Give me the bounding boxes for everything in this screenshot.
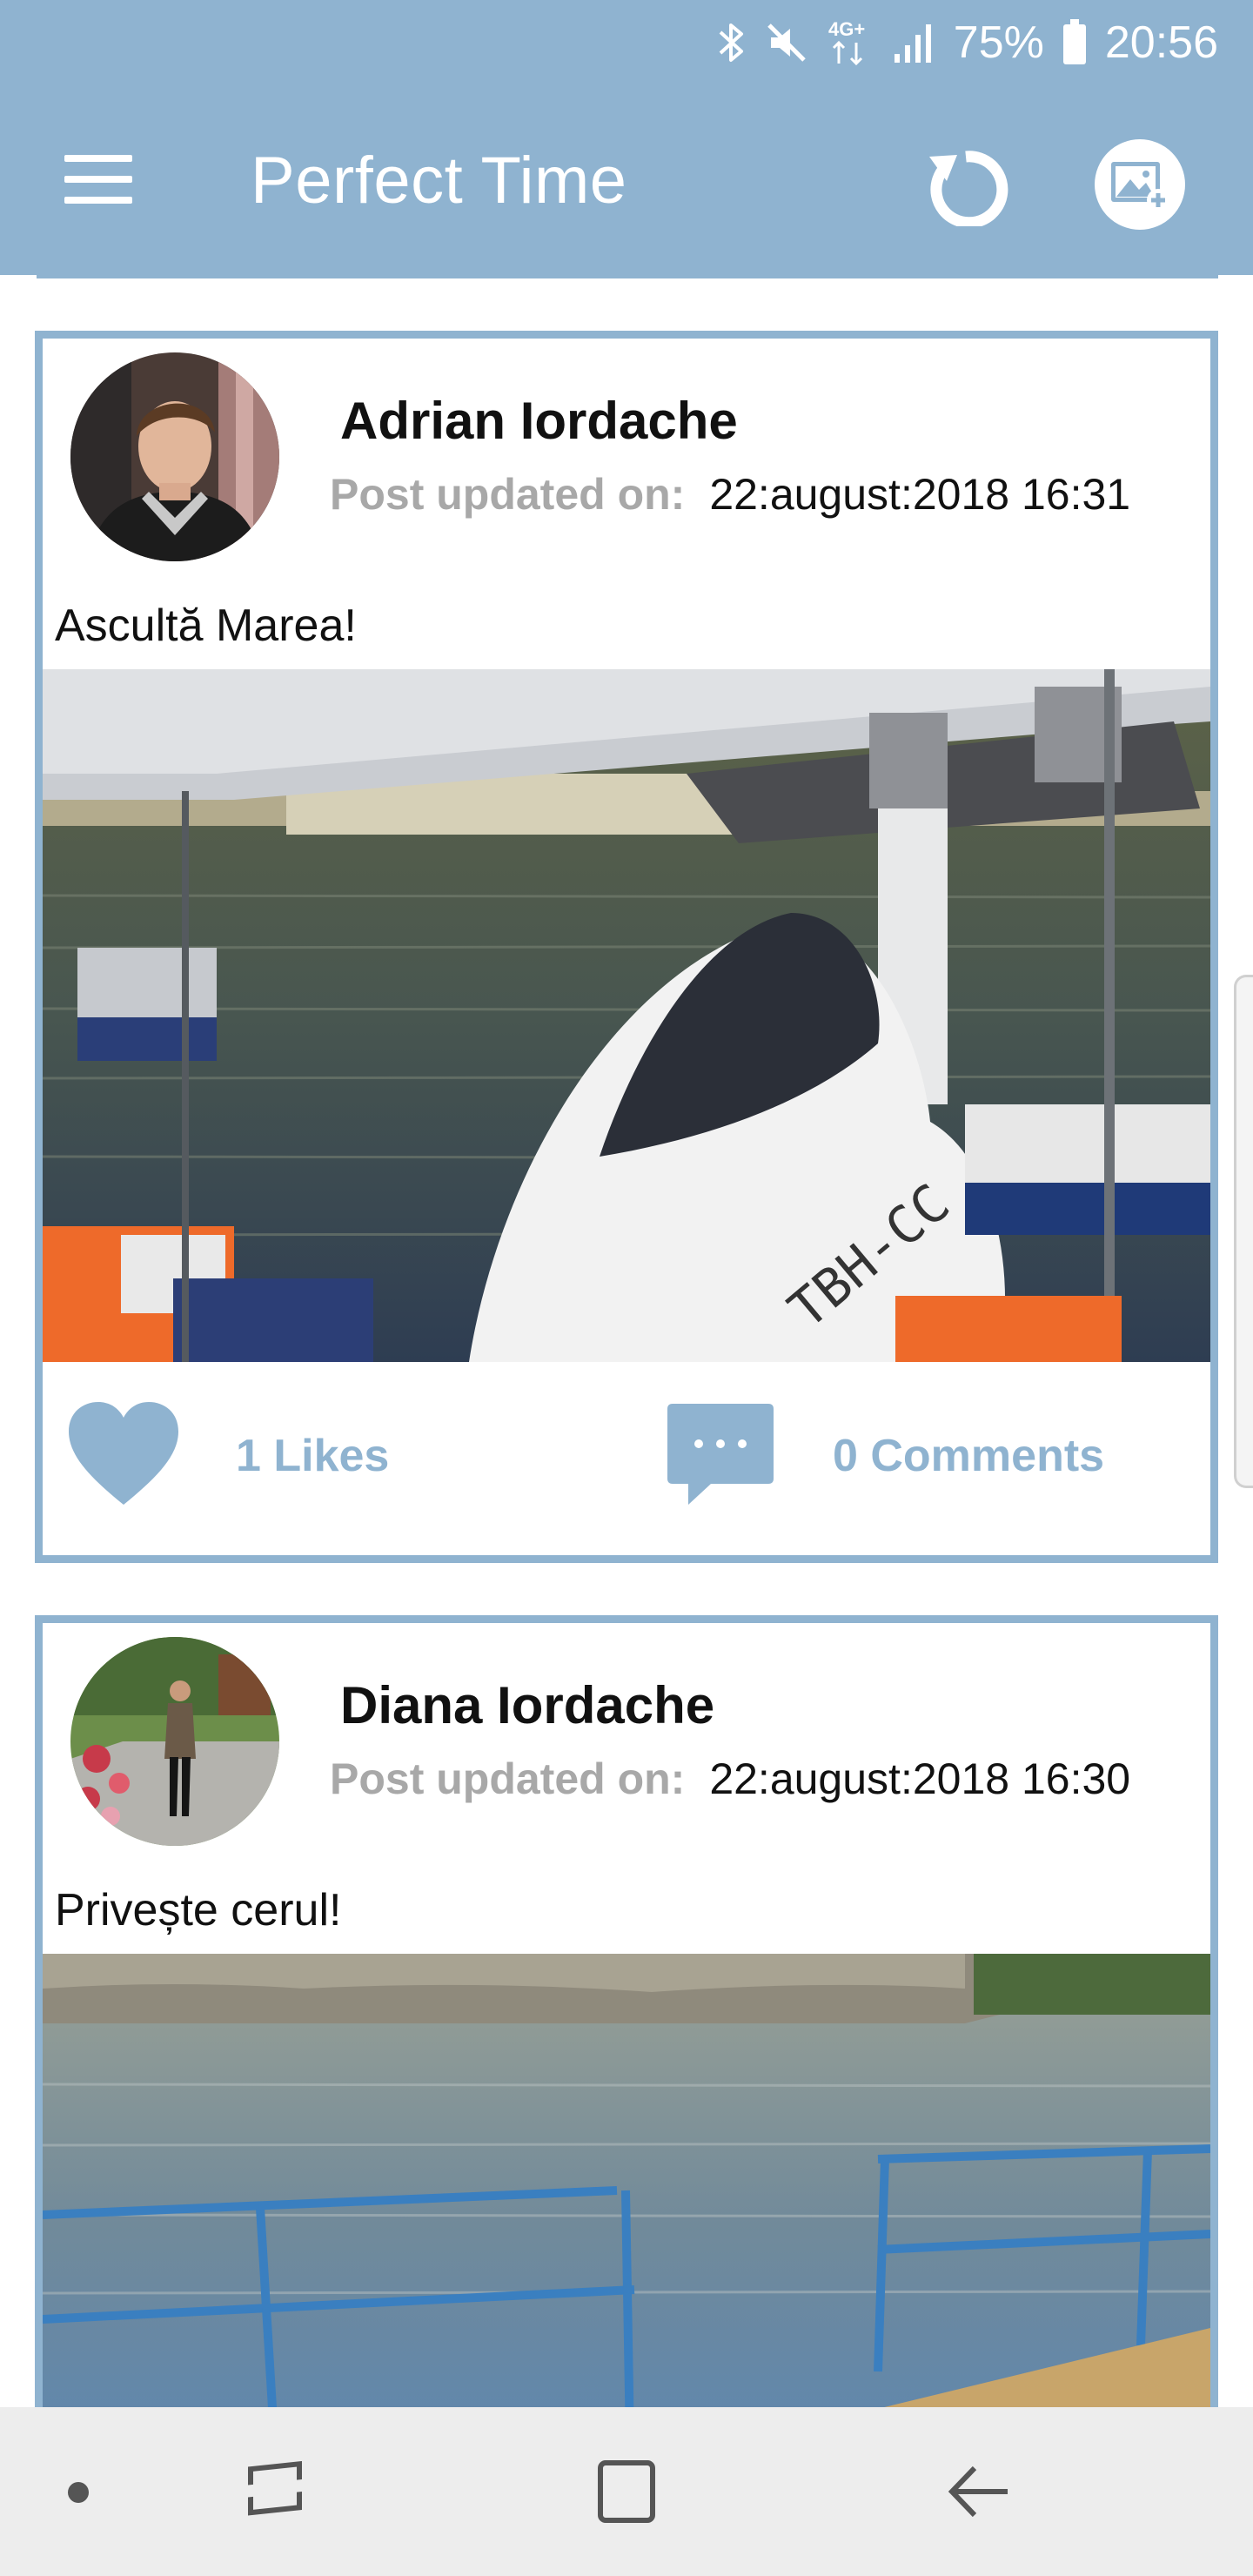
post-card: Diana Iordache Post updated on: 22:augus… [35, 1615, 1218, 2407]
avatar[interactable] [70, 352, 279, 561]
battery-percent: 75% [953, 17, 1044, 68]
scroll-handle[interactable] [1234, 975, 1253, 1488]
battery-icon [1062, 19, 1088, 66]
top-bar: 4G+ 75% 20:56 Perfect Time [0, 0, 1253, 275]
post-meta: Post updated on: 22:august:2018 16:31 [330, 469, 1130, 520]
home-icon[interactable] [597, 2459, 656, 2524]
menu-icon[interactable] [64, 155, 132, 204]
refresh-icon[interactable] [922, 139, 1009, 229]
comments-count[interactable]: 0 Comments [833, 1430, 1104, 1482]
post-photo[interactable] [43, 1954, 1210, 2407]
status-bar: 4G+ 75% 20:56 [717, 12, 1218, 73]
post-date: 22:august:2018 16:30 [709, 1754, 1131, 1803]
post-actions: 1 Likes 0 Comments [43, 1362, 1210, 1555]
dot-icon[interactable] [68, 2482, 89, 2503]
like-icon[interactable] [65, 1399, 182, 1510]
likes-count[interactable]: 1 Likes [236, 1430, 389, 1482]
post-photo[interactable]: TBH-CC [43, 669, 1210, 1362]
app-title: Perfect Time [251, 144, 627, 218]
clock: 20:56 [1104, 17, 1218, 68]
avatar[interactable] [70, 1637, 279, 1846]
author-name[interactable]: Adrian Iordache [340, 391, 738, 451]
post-date: 22:august:2018 16:31 [709, 470, 1131, 519]
back-icon[interactable] [947, 2461, 1011, 2522]
updated-label: Post updated on: [330, 470, 686, 519]
updated-label: Post updated on: [330, 1754, 686, 1803]
comment-icon[interactable] [662, 1400, 779, 1508]
author-name[interactable]: Diana Iordache [340, 1675, 714, 1735]
navigation-bar [0, 2407, 1253, 2576]
post-card: Adrian Iordache Post updated on: 22:augu… [35, 331, 1218, 1563]
post-feed[interactable]: Adrian Iordache Post updated on: 22:augu… [0, 278, 1253, 2407]
mute-icon [764, 20, 809, 65]
recents-icon[interactable] [244, 2460, 306, 2522]
post-caption: Ascultă Marea! [55, 600, 357, 651]
post-caption: Privește cerul! [55, 1885, 342, 1935]
network-icon: 4G+ [827, 17, 875, 69]
post-meta: Post updated on: 22:august:2018 16:30 [330, 1754, 1130, 1804]
network-type: 4G+ [828, 18, 865, 40]
bluetooth-icon [717, 20, 747, 65]
add-photo-icon[interactable] [1095, 139, 1185, 230]
signal-icon [893, 21, 936, 64]
